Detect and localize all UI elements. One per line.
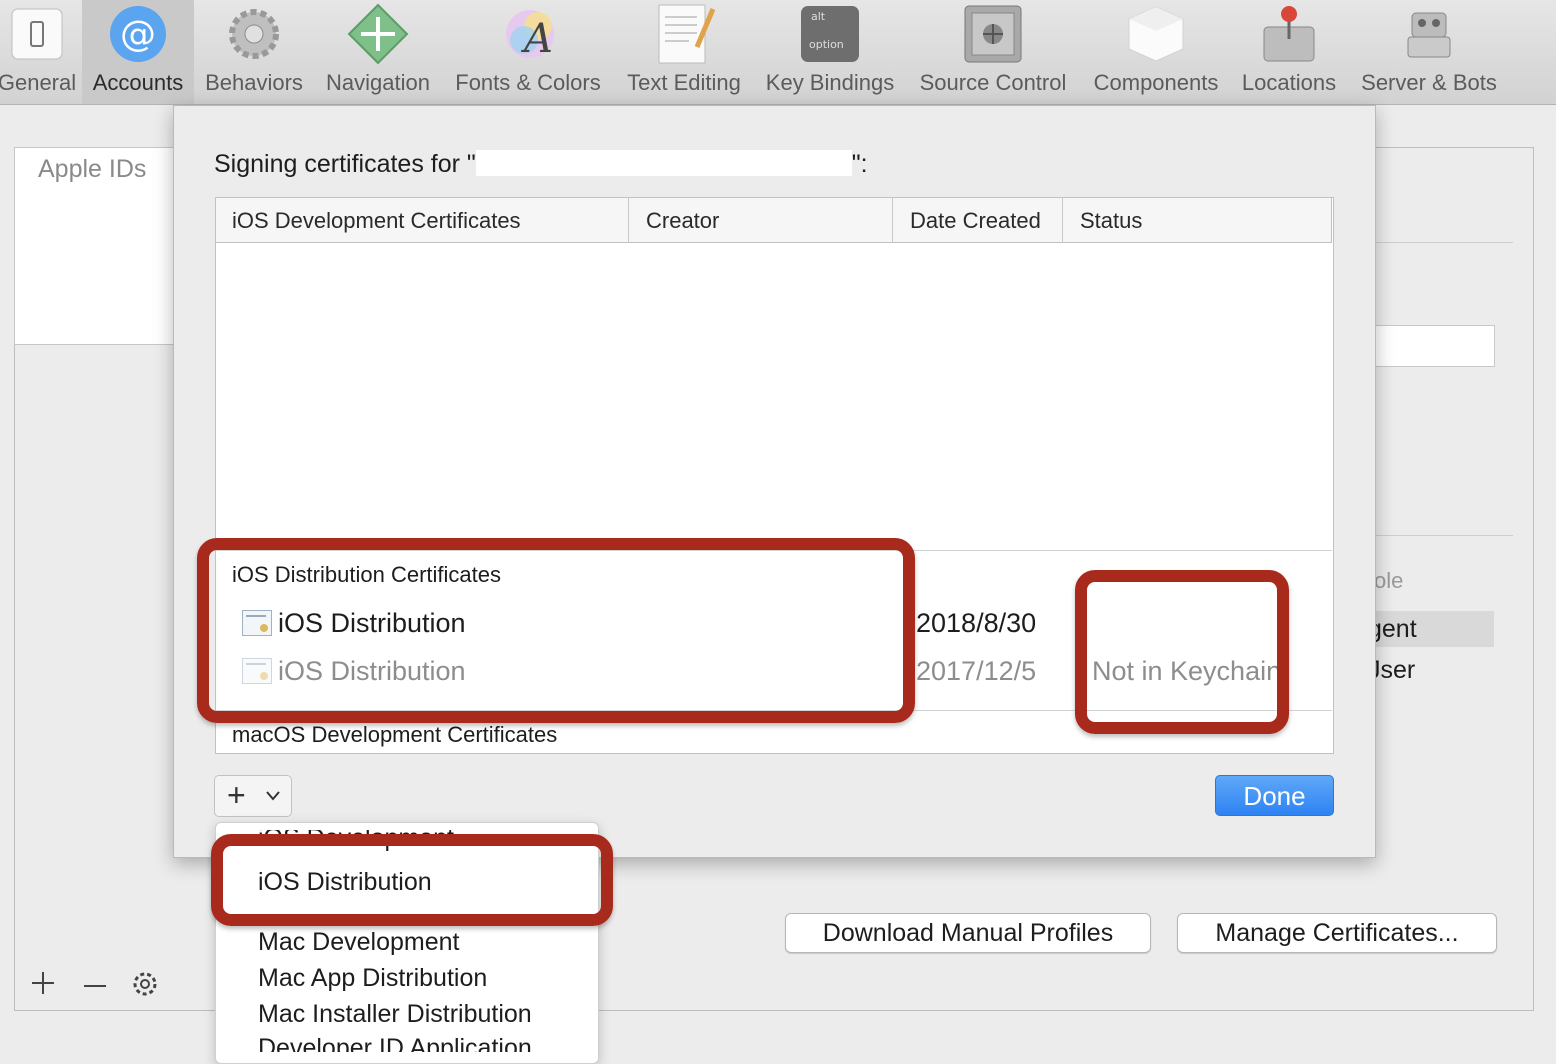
- toolbar-label: Key Bindings: [765, 70, 895, 95]
- sheet-title: Signing certificates for " ":: [214, 150, 868, 179]
- role-agent-row[interactable]: gent: [1368, 611, 1494, 647]
- minus-icon: [84, 985, 106, 987]
- toolbar-item-text-editing[interactable]: Text Editing: [620, 0, 748, 104]
- account-settings-button[interactable]: [131, 970, 159, 1006]
- toolbar-item-behaviors[interactable]: Behaviors: [198, 0, 310, 104]
- gear-icon: [133, 972, 157, 996]
- download-manual-profiles-button[interactable]: Download Manual Profiles: [785, 913, 1151, 953]
- role-column-header: ole: [1374, 568, 1404, 593]
- source-control-icon: [961, 2, 1025, 66]
- toolbar-item-locations[interactable]: Locations: [1236, 0, 1342, 104]
- svg-text:@: @: [120, 14, 156, 55]
- column-header-status[interactable]: Status: [1064, 197, 1332, 243]
- sheet-title-suffix: ":: [851, 150, 868, 178]
- preferences-toolbar: General @ Accounts Behaviors Navigation …: [0, 0, 1556, 105]
- done-button[interactable]: Done: [1215, 775, 1334, 816]
- toolbar-label: General: [0, 70, 77, 95]
- toolbar-label: Navigation: [326, 70, 430, 95]
- remove-account-button[interactable]: [82, 970, 108, 1004]
- text-editing-icon: [652, 2, 716, 66]
- chevron-down-icon: [266, 791, 280, 801]
- fonts-icon: A: [496, 2, 560, 66]
- toolbar-item-general[interactable]: General: [0, 0, 82, 104]
- menu-item-mac-installer-distribution[interactable]: Mac Installer Distribution: [258, 1000, 532, 1029]
- column-header-creator[interactable]: Creator: [630, 197, 893, 243]
- toolbar-label: Source Control: [919, 70, 1067, 95]
- group-label-macos-development: macOS Development Certificates: [232, 722, 558, 747]
- toolbar-label: Server & Bots: [1361, 70, 1497, 95]
- general-icon: [5, 2, 69, 66]
- column-header-name[interactable]: iOS Development Certificates: [216, 197, 629, 243]
- divider: [1375, 535, 1513, 536]
- key-alt-text: alt: [811, 10, 826, 23]
- toolbar-item-navigation[interactable]: Navigation: [318, 0, 438, 104]
- add-account-button[interactable]: [30, 970, 56, 1004]
- cert-date: 2017/12/5: [916, 656, 1037, 686]
- svg-text:A: A: [520, 16, 553, 62]
- account-field[interactable]: [1375, 325, 1495, 367]
- toolbar-label: Text Editing: [627, 70, 741, 95]
- sheet-title-prefix: Signing certificates for ": [214, 150, 476, 178]
- annotation-box-menu-ios-distribution: [211, 834, 613, 926]
- toolbar-label: Locations: [1241, 70, 1337, 95]
- toolbar-label: Components: [1093, 70, 1219, 95]
- column-header-date-created[interactable]: Date Created: [894, 197, 1063, 243]
- server-bots-icon: [1397, 2, 1461, 66]
- toolbar-item-accounts[interactable]: @ Accounts: [82, 0, 194, 104]
- annotation-box-distribution-certs: [197, 538, 915, 723]
- cert-date: 2018/8/30: [916, 608, 1037, 638]
- gear-icon: [222, 2, 286, 66]
- toolbar-item-source-control[interactable]: Source Control: [910, 0, 1076, 104]
- divider: [1375, 242, 1513, 243]
- keyboard-icon: alt option: [798, 2, 862, 66]
- menu-item-mac-development[interactable]: Mac Development: [258, 928, 459, 957]
- key-option-text: option: [809, 38, 844, 51]
- menu-item-mac-app-distribution[interactable]: Mac App Distribution: [258, 964, 487, 993]
- components-icon: [1124, 2, 1188, 66]
- add-plus-label: +: [227, 777, 246, 813]
- redacted-team-name: [475, 150, 852, 176]
- toolbar-label: Accounts: [92, 70, 184, 95]
- menu-item-developer-id-application[interactable]: Developer ID Application: [258, 1034, 532, 1052]
- toolbar-item-components[interactable]: Components: [1086, 0, 1226, 104]
- apple-ids-header: Apple IDs: [38, 155, 147, 183]
- toolbar-item-key-bindings[interactable]: alt option Key Bindings: [758, 0, 902, 104]
- navigation-icon: [346, 2, 410, 66]
- accounts-icon: @: [106, 2, 170, 66]
- add-certificate-button[interactable]: +: [214, 775, 292, 817]
- toolbar-item-server-bots[interactable]: Server & Bots: [1352, 0, 1506, 104]
- toolbar-label: Fonts & Colors: [455, 70, 601, 95]
- manage-certificates-button[interactable]: Manage Certificates...: [1177, 913, 1497, 953]
- locations-icon: [1257, 2, 1321, 66]
- toolbar-item-fonts-colors[interactable]: A Fonts & Colors: [448, 0, 608, 104]
- toolbar-label: Behaviors: [205, 70, 303, 95]
- annotation-box-status: [1075, 570, 1289, 734]
- plus-icon: [32, 972, 54, 994]
